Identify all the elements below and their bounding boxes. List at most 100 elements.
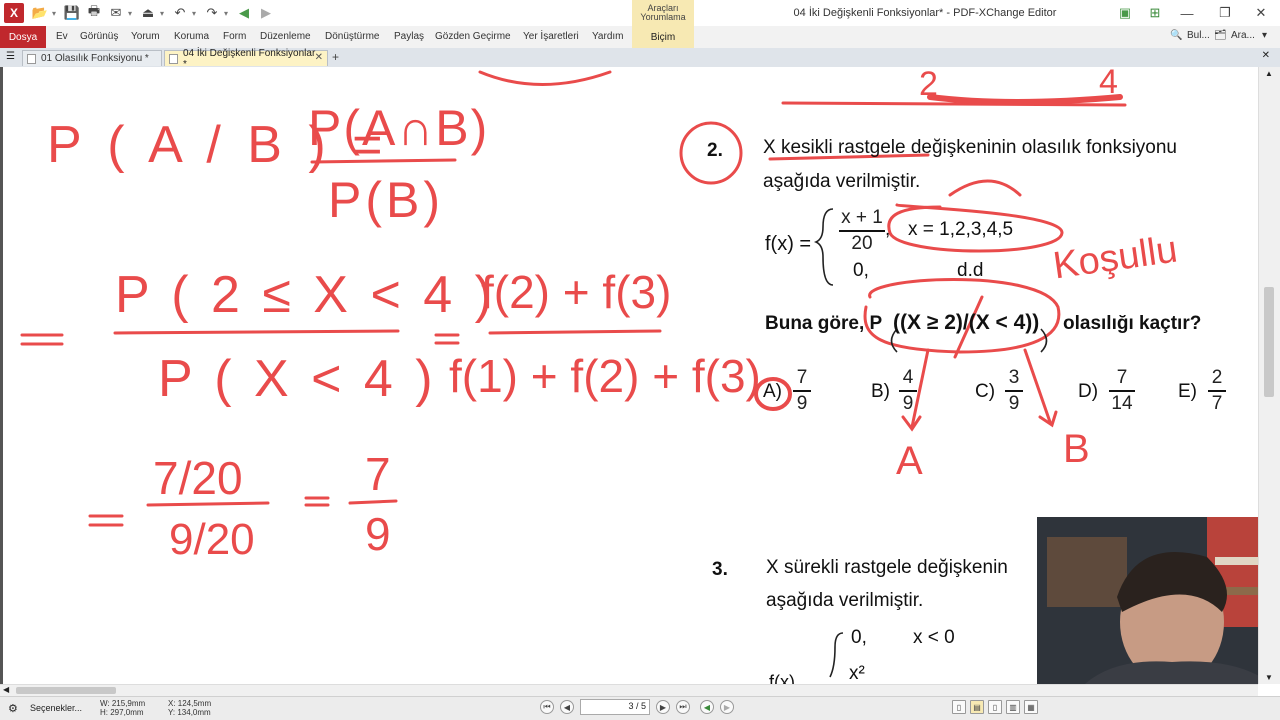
prev-page-icon[interactable]: ◀: [560, 700, 574, 714]
ink-eq-3: [88, 514, 124, 527]
option-e-label[interactable]: E): [1178, 381, 1197, 403]
scroll-down-icon[interactable]: ▼: [1265, 673, 1273, 682]
option-c-fraction[interactable]: 39: [1005, 367, 1023, 415]
forward-icon[interactable]: ▶: [256, 4, 276, 22]
question-2-prompt-end: olasılığı kaçtır?: [1063, 313, 1202, 334]
menu-share[interactable]: Paylaş: [394, 31, 424, 42]
option-b-label[interactable]: B): [871, 381, 890, 403]
open-icon[interactable]: 📂: [30, 4, 50, 22]
forward-view-icon[interactable]: ▶: [720, 700, 734, 714]
search-button[interactable]: Ara...: [1231, 30, 1255, 41]
menu-help[interactable]: Yardım: [592, 31, 624, 42]
menu-form[interactable]: Form: [223, 31, 246, 42]
menu-bookmarks[interactable]: Yer İşaretleri: [523, 31, 579, 42]
horizontal-scrollbar[interactable]: ◀: [0, 684, 1258, 696]
cursor-x: X: 124,5mm: [168, 699, 212, 708]
close-button[interactable]: ✕: [1246, 4, 1276, 22]
ink-label-a: A: [896, 439, 923, 483]
vertical-scrollbar[interactable]: ▲ ▼: [1258, 67, 1280, 684]
last-page-icon[interactable]: ⏭: [676, 700, 690, 714]
fx-fraction: x + 1 20: [839, 207, 885, 255]
redo-icon[interactable]: ↷: [202, 4, 222, 22]
menu-format[interactable]: Biçim: [632, 26, 694, 48]
option-d-label[interactable]: D): [1078, 381, 1098, 403]
ink-result-numerator: 7: [365, 448, 391, 500]
option-a-label[interactable]: A): [763, 381, 782, 403]
facing-continuous-icon[interactable]: ▥: [1006, 700, 1020, 714]
menu-protect[interactable]: Koruma: [174, 31, 209, 42]
undo-icon[interactable]: ↶: [170, 4, 190, 22]
document-icon: [27, 54, 36, 64]
find-button[interactable]: Bul...: [1187, 30, 1210, 41]
print-icon[interactable]: 🖶: [84, 3, 104, 22]
grid-icon[interactable]: ⊞: [1140, 4, 1170, 22]
first-page-icon[interactable]: ⏮: [540, 700, 554, 714]
fraction-bar: [899, 390, 917, 392]
ink-fraction-bar-2: [113, 329, 400, 335]
option-b-fraction[interactable]: 49: [899, 367, 917, 415]
back-view-icon[interactable]: ◀: [700, 700, 714, 714]
scroll-up-icon[interactable]: ▲: [1265, 69, 1273, 78]
continuous-icon[interactable]: ▤: [970, 700, 984, 714]
tab-olasilik-fonksiyonu[interactable]: 01 Olasılık Fonksiyonu *: [22, 50, 162, 66]
fx-label: f(x) =: [765, 233, 812, 255]
menu-view[interactable]: Görünüş: [80, 31, 118, 42]
page-number-input[interactable]: 3 / 5: [580, 699, 650, 715]
brace-left: [813, 208, 834, 286]
scan-icon[interactable]: ⏏: [138, 4, 158, 22]
chevron-down-icon[interactable]: ▾: [160, 4, 168, 22]
vertical-scroll-thumb[interactable]: [1264, 287, 1274, 397]
back-icon[interactable]: ◀: [234, 4, 254, 22]
menu-comment[interactable]: Yorum: [131, 31, 160, 42]
fx-numerator: x + 1: [841, 207, 883, 228]
options-button[interactable]: Seçenekler...: [30, 703, 82, 713]
options-icon[interactable]: ⚙: [8, 702, 18, 715]
q3-fx-partial: f(x): [769, 672, 795, 684]
menu-review[interactable]: Gözden Geçirme: [435, 31, 511, 42]
document-viewport[interactable]: 2. X kesikli rastgele değişkeninin olası…: [0, 67, 1258, 684]
webcam-video: [1037, 517, 1258, 684]
new-tab-button[interactable]: +: [332, 50, 339, 64]
facing-icon[interactable]: ▯: [988, 700, 1002, 714]
minimize-button[interactable]: —: [1172, 4, 1202, 22]
find-icon[interactable]: 🔍: [1170, 30, 1182, 41]
close-icon[interactable]: ✕: [315, 52, 323, 63]
single-page-icon[interactable]: ▯: [952, 700, 966, 714]
option-e-den: 7: [1211, 392, 1223, 414]
app-logo[interactable]: X: [4, 3, 24, 23]
horizontal-scroll-thumb[interactable]: [16, 687, 116, 694]
menu-edit[interactable]: Düzenleme: [260, 31, 311, 42]
question-2-prompt-expression: ((X ≥ 2)/(X < 4)): [893, 311, 1040, 334]
chevron-down-icon[interactable]: ▾: [52, 4, 60, 22]
window-title: 04 İki Değişkenli Fonksiyonlar* - PDF-XC…: [793, 7, 1057, 19]
document-tab-bar: ☰ 01 Olasılık Fonksiyonu * 04 İki Değişk…: [0, 48, 1280, 70]
cover-icon[interactable]: ▦: [1024, 700, 1038, 714]
option-d-fraction[interactable]: 7 14: [1109, 367, 1135, 415]
search-icon[interactable]: 🗂: [1214, 30, 1227, 41]
chevron-down-icon[interactable]: ▾: [128, 4, 136, 22]
menu-file[interactable]: Dosya: [0, 26, 46, 48]
tab-iki-degiskenli-fonksiyonlar[interactable]: 04 İki Değişkenli Fonksiyonlar * ✕: [164, 48, 328, 70]
q3-case1-value: 0,: [851, 627, 867, 648]
option-c-label[interactable]: C): [975, 381, 995, 403]
menu-convert[interactable]: Dönüştürme: [325, 31, 379, 42]
save-icon[interactable]: 💾: [62, 4, 82, 22]
layout-icon[interactable]: ▣: [1110, 4, 1140, 22]
next-page-icon[interactable]: ▶: [656, 700, 670, 714]
fx-denominator: 20: [851, 232, 873, 254]
ink-fraction-bar-3: [488, 329, 662, 335]
email-icon[interactable]: ✉: [106, 4, 126, 22]
more-icon[interactable]: ▾: [1262, 30, 1267, 41]
chevron-down-icon[interactable]: ▾: [224, 4, 232, 22]
option-a-fraction[interactable]: 79: [793, 367, 811, 415]
maximize-button[interactable]: ❐: [1210, 4, 1240, 22]
ink-formula-numerator: P(A∩B): [308, 100, 490, 156]
close-document-icon[interactable]: ✕: [1262, 50, 1270, 61]
chevron-down-icon[interactable]: ▾: [192, 4, 200, 22]
scroll-left-icon[interactable]: ◀: [3, 685, 9, 694]
menu-home[interactable]: Ev: [56, 31, 68, 42]
option-e-fraction[interactable]: 27: [1208, 367, 1226, 415]
tab-menu-icon[interactable]: ☰: [6, 51, 15, 62]
option-a-num: 7: [796, 367, 808, 388]
fx-case2-value: 0,: [853, 260, 869, 281]
